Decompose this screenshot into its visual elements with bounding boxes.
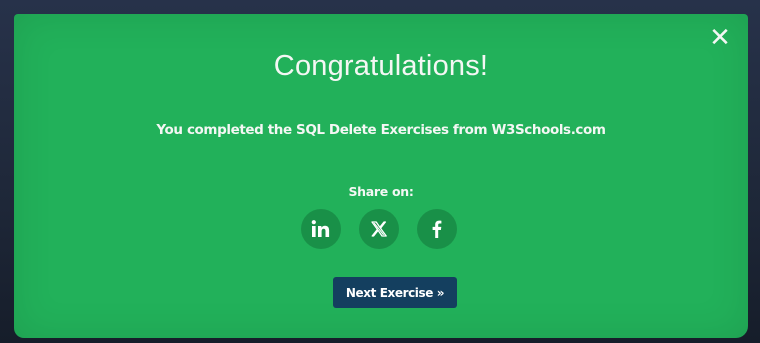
share-label: Share on: (348, 184, 414, 199)
screen: ✕ Congratulations! You completed the SQL… (0, 0, 760, 343)
share-buttons (14, 209, 748, 249)
next-exercise-button[interactable]: Next Exercise » (333, 277, 457, 308)
x-twitter-icon (371, 221, 387, 237)
facebook-icon (432, 220, 442, 238)
congratulations-modal: ✕ Congratulations! You completed the SQL… (14, 14, 748, 338)
share-facebook-button[interactable] (417, 209, 457, 249)
linkedin-icon (311, 220, 330, 237)
share-linkedin-button[interactable] (301, 209, 341, 249)
completion-message: You completed the SQL Delete Exercises f… (156, 122, 606, 138)
close-icon[interactable]: ✕ (706, 24, 734, 52)
share-x-button[interactable] (359, 209, 399, 249)
modal-title: Congratulations! (273, 50, 489, 82)
